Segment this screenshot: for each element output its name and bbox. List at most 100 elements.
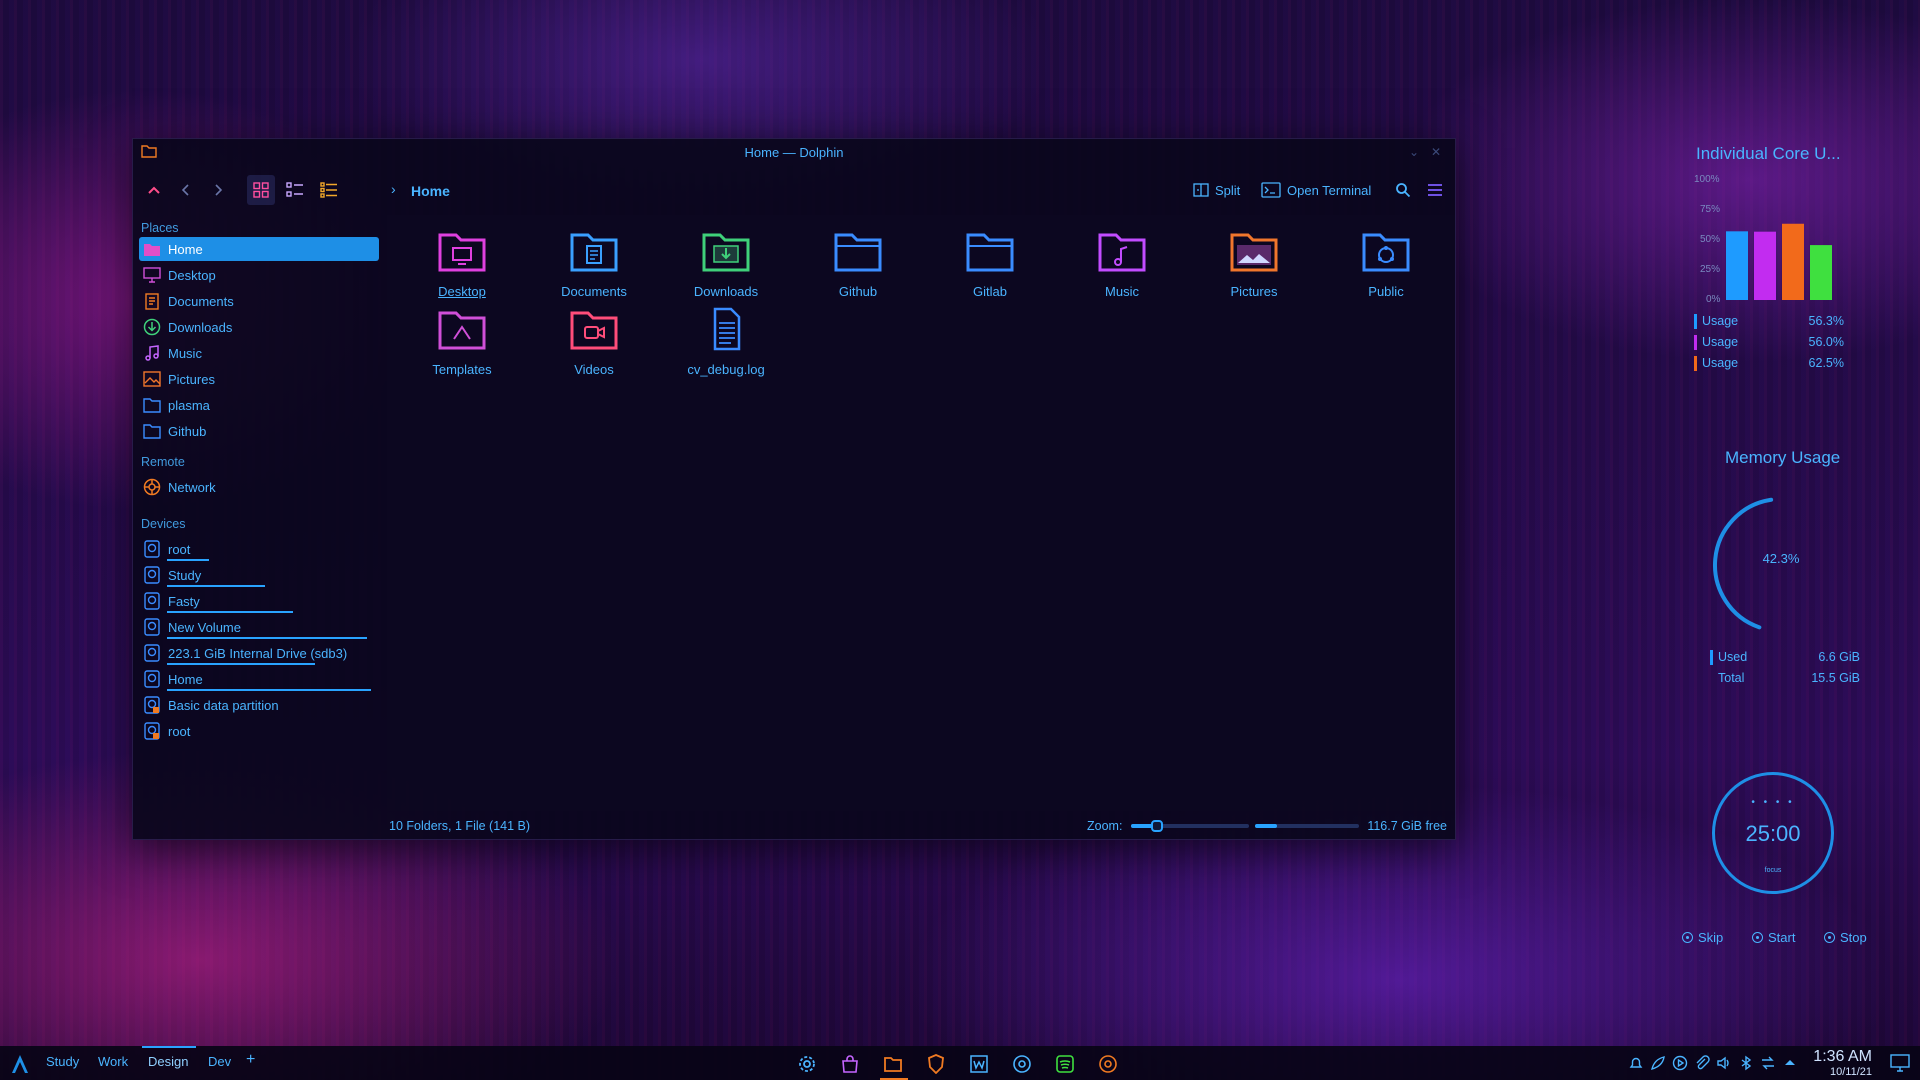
file-view[interactable]: Desktop Documents Downloads Github Gitla… <box>387 215 1455 811</box>
file-item[interactable]: Downloads <box>671 229 781 299</box>
sidebar-item-music[interactable]: Music <box>139 341 379 365</box>
home-folder-icon <box>142 239 162 259</box>
minimize-icon[interactable]: ⌄ <box>1409 145 1419 159</box>
sidebar-device-home[interactable]: Home <box>139 667 379 691</box>
network-icon[interactable] <box>1760 1055 1776 1071</box>
memory-total-row: Total 15.5 GiB <box>1710 671 1860 687</box>
back-button[interactable] <box>173 175 199 205</box>
chrome-icon[interactable] <box>1011 1053 1033 1075</box>
forward-button[interactable] <box>205 175 231 205</box>
file-item[interactable]: Github <box>803 229 913 299</box>
settings-icon[interactable] <box>796 1053 818 1075</box>
notifications-icon[interactable] <box>1628 1055 1644 1071</box>
sidebar-item-label: 223.1 GiB Internal Drive (sdb3) <box>168 645 348 661</box>
sidebar-device-root-2[interactable]: root <box>139 719 379 743</box>
brave-icon[interactable] <box>925 1053 947 1075</box>
legend-label: Usage <box>1702 314 1739 328</box>
drive-icon <box>142 643 162 663</box>
desktop-switch-work[interactable]: Work <box>98 1054 128 1069</box>
desktop-switch-study[interactable]: Study <box>46 1054 79 1069</box>
show-desktop-icon[interactable] <box>1890 1054 1910 1072</box>
spotify-icon[interactable] <box>1054 1053 1076 1075</box>
up-button[interactable] <box>141 175 167 205</box>
skip-button[interactable]: Skip <box>1682 930 1723 945</box>
public-folder-icon <box>1362 233 1410 272</box>
sidebar-item-documents[interactable]: Documents <box>139 289 379 313</box>
music-folder-icon <box>1098 233 1146 272</box>
split-button[interactable]: Split <box>1193 175 1240 205</box>
drive-icon <box>142 695 162 715</box>
music-icon <box>142 343 162 363</box>
chrome-icon[interactable] <box>1097 1053 1119 1075</box>
chevron-right-icon <box>215 184 223 196</box>
zoom-slider[interactable] <box>1131 820 1249 832</box>
close-icon[interactable]: ✕ <box>1431 145 1441 159</box>
drive-icon <box>142 669 162 689</box>
compact-view-button[interactable] <box>281 175 309 205</box>
file-item[interactable]: Videos <box>539 307 649 377</box>
chevron-up-icon[interactable] <box>1782 1055 1798 1071</box>
downloads-icon <box>142 317 162 337</box>
search-button[interactable] <box>1391 175 1415 205</box>
title-bar[interactable]: Home — Dolphin ⌄ ✕ <box>133 139 1455 165</box>
file-item[interactable]: Templates <box>407 307 517 377</box>
bluetooth-icon[interactable] <box>1738 1055 1754 1071</box>
axis-tick: 100% <box>1694 174 1720 185</box>
cpu-legend-row: Usage 56.0% <box>1694 335 1844 351</box>
icons-view-button[interactable] <box>247 175 275 205</box>
writer-icon[interactable] <box>968 1053 990 1075</box>
file-item[interactable]: Documents <box>539 229 649 299</box>
sidebar-device-fasty[interactable]: Fasty <box>139 589 379 613</box>
zoom-slider-handle[interactable] <box>1151 820 1163 832</box>
start-button[interactable]: Start <box>1752 930 1795 945</box>
desktop-switch-design[interactable]: Design <box>148 1054 188 1069</box>
sidebar-item-downloads[interactable]: Downloads <box>139 315 379 339</box>
file-item[interactable]: Public <box>1331 229 1441 299</box>
legend-swatch <box>1710 650 1713 665</box>
sidebar-item-label: Basic data partition <box>168 697 279 713</box>
media-play-icon[interactable] <box>1672 1055 1688 1071</box>
sidebar-device-root[interactable]: root <box>139 537 379 561</box>
remote-header: Remote <box>141 455 185 469</box>
sidebar-item-desktop[interactable]: Desktop <box>139 263 379 287</box>
volume-icon[interactable] <box>1716 1055 1732 1071</box>
file-item[interactable]: Music <box>1067 229 1177 299</box>
sidebar-item-plasma[interactable]: plasma <box>139 393 379 417</box>
sidebar-device-internal-drive[interactable]: 223.1 GiB Internal Drive (sdb3) <box>139 641 379 665</box>
capacity-bar <box>167 611 293 613</box>
documents-folder-icon <box>570 233 618 272</box>
file-item[interactable]: cv_debug.log <box>671 307 781 377</box>
details-view-button[interactable] <box>315 175 343 205</box>
sidebar-item-label: Home <box>168 241 203 257</box>
sidebar-item-home[interactable]: Home <box>139 237 379 261</box>
start-label: Start <box>1768 930 1796 945</box>
open-terminal-button[interactable]: Open Terminal <box>1261 175 1371 205</box>
files-icon[interactable] <box>882 1053 904 1075</box>
store-icon[interactable] <box>839 1053 861 1075</box>
menu-button[interactable] <box>1423 175 1447 205</box>
cpu-legend-row: Usage 62.5% <box>1694 356 1844 372</box>
sidebar-device-basic-data-partition[interactable]: Basic data partition <box>139 693 379 717</box>
sidebar-item-network[interactable]: Network <box>139 475 379 499</box>
file-item[interactable]: Pictures <box>1199 229 1309 299</box>
launcher-icon[interactable] <box>10 1054 30 1074</box>
status-bar: 10 Folders, 1 File (141 B) Zoom: 116.7 G… <box>133 811 1455 839</box>
add-desktop-button[interactable]: + <box>246 1051 255 1069</box>
desktop-switch-dev[interactable]: Dev <box>208 1054 231 1069</box>
file-item[interactable]: Desktop <box>407 229 517 299</box>
drive-icon <box>142 565 162 585</box>
capacity-bar <box>167 689 371 691</box>
attachment-icon[interactable] <box>1694 1055 1710 1071</box>
stop-button[interactable]: Stop <box>1824 930 1867 945</box>
file-item[interactable]: Gitlab <box>935 229 1045 299</box>
breadcrumb-home[interactable]: Home <box>411 183 450 199</box>
sidebar-item-pictures[interactable]: Pictures <box>139 367 379 391</box>
sidebar-item-github[interactable]: Github <box>139 419 379 443</box>
clock[interactable]: 1:36 AM 10/11/21 <box>1813 1048 1872 1078</box>
sidebar-device-study[interactable]: Study <box>139 563 379 587</box>
folder-icon <box>834 233 882 272</box>
pomodoro-timer[interactable]: • • • • 25:00 focus <box>1712 772 1834 894</box>
grid-view-icon <box>253 182 269 198</box>
leaf-icon[interactable] <box>1650 1055 1666 1071</box>
sidebar-device-new-volume[interactable]: New Volume <box>139 615 379 639</box>
